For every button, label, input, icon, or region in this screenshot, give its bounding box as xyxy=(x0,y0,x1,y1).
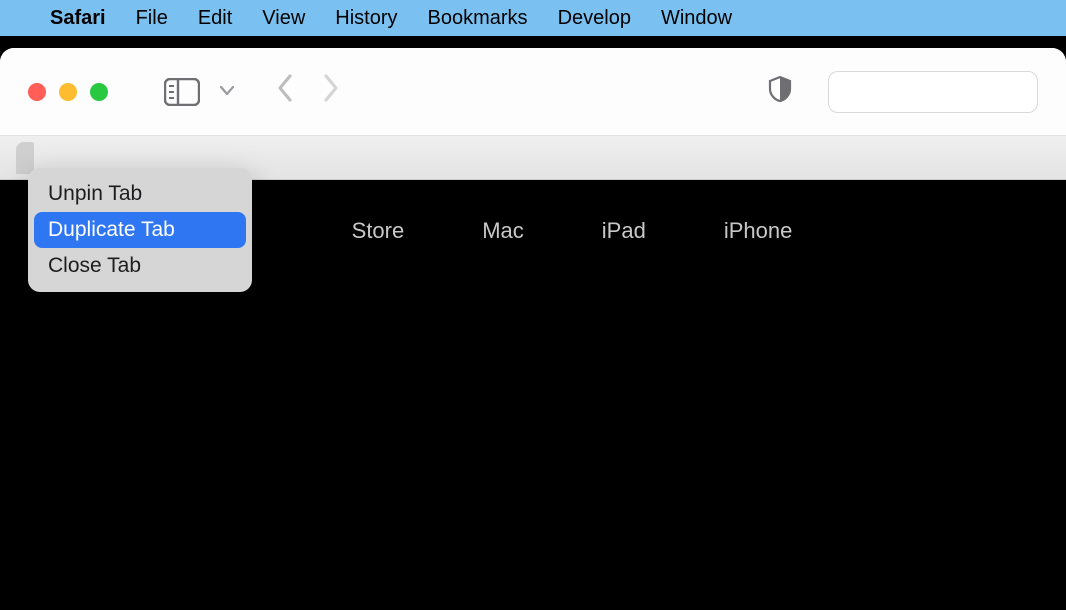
macos-menubar: Safari File Edit View History Bookmarks … xyxy=(0,0,1066,36)
address-bar[interactable] xyxy=(828,71,1038,113)
tab-groups-dropdown[interactable] xyxy=(220,83,234,101)
menu-history[interactable]: History xyxy=(335,7,397,30)
sidebar-icon xyxy=(164,78,200,106)
nav-iphone[interactable]: iPhone xyxy=(724,218,793,244)
menu-view[interactable]: View xyxy=(262,7,305,30)
window-controls xyxy=(28,83,108,101)
nav-mac[interactable]: Mac xyxy=(482,218,524,244)
sidebar-toggle-button[interactable] xyxy=(166,78,198,106)
context-duplicate-tab[interactable]: Duplicate Tab xyxy=(34,212,246,248)
nav-store[interactable]: Store xyxy=(352,218,405,244)
context-unpin-tab[interactable]: Unpin Tab xyxy=(34,176,246,212)
privacy-report-icon[interactable] xyxy=(768,75,792,108)
app-menu[interactable]: Safari xyxy=(50,7,106,30)
minimize-window-button[interactable] xyxy=(59,83,77,101)
menu-window[interactable]: Window xyxy=(661,7,732,30)
safari-window xyxy=(0,48,1066,180)
menu-develop[interactable]: Develop xyxy=(558,7,631,30)
menu-edit[interactable]: Edit xyxy=(198,7,232,30)
safari-toolbar xyxy=(0,48,1066,136)
close-window-button[interactable] xyxy=(28,83,46,101)
back-button[interactable] xyxy=(276,73,294,110)
context-close-tab[interactable]: Close Tab xyxy=(34,248,246,284)
pinned-tab[interactable] xyxy=(16,142,34,174)
nav-ipad[interactable]: iPad xyxy=(602,218,646,244)
menu-bookmarks[interactable]: Bookmarks xyxy=(428,7,528,30)
tab-context-menu: Unpin Tab Duplicate Tab Close Tab xyxy=(28,168,252,292)
apple-site-nav: Store Mac iPad iPhone xyxy=(274,218,793,244)
forward-button[interactable] xyxy=(322,73,340,110)
maximize-window-button[interactable] xyxy=(90,83,108,101)
menu-file[interactable]: File xyxy=(136,7,168,30)
